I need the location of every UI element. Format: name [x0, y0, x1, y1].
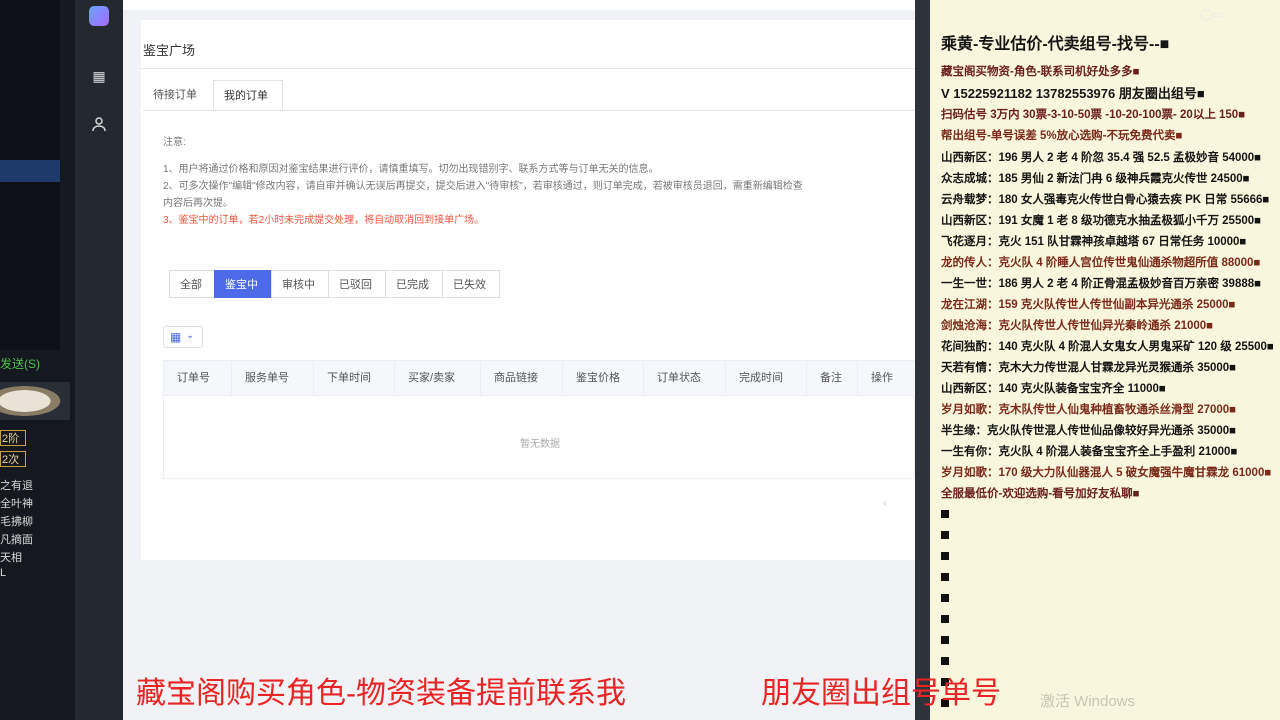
empty-state: 暂无数据 [520, 439, 560, 450]
list-item: 毛拂柳 [0, 516, 33, 528]
column-header: 备注 [807, 361, 858, 395]
background-app: 发送(S) 2阶 2次 之有退 全叶神 毛拂柳 凡摘面 天相 L [0, 0, 75, 720]
divider [141, 68, 915, 69]
notice-line-1: 1、用户将通过价格和原因对鉴宝结果进行评价，请慎重填写。切勿出现错别字、联系方式… [163, 164, 659, 175]
send-button[interactable]: 发送(S) [0, 355, 40, 372]
filter-appraising[interactable]: 鉴宝中 [214, 270, 272, 298]
tab-underline [143, 110, 915, 111]
chip-2: 2次 [0, 451, 26, 467]
placeholder-square [941, 573, 949, 581]
column-header: 下单时间 [314, 361, 395, 395]
column-header: 订单号 [164, 361, 232, 395]
main-panel: 鉴宝广场 待接订单 我的订单 注意: 1、用户将通过价格和原因对鉴宝结果进行评价… [141, 20, 915, 560]
placeholder-square [941, 594, 949, 602]
windows-activation-watermark: 激活 Windows [1040, 693, 1136, 710]
column-header: 服务单号 [232, 361, 314, 395]
chat-line: 天若有情：克木大力传世混人甘霖龙异光灵猴通杀 35000■ [941, 362, 1237, 374]
filter-completed[interactable]: 已完成 [385, 270, 443, 298]
chat-line: 飞花逐月：克火 151 队甘霖神孩卓越塔 67 日常任务 10000■ [941, 236, 1247, 248]
bottom-banner: 藏宝阁购买角色-物资装备提前联系我 朋友圈出组号单号 [136, 668, 1001, 712]
chat-line: 山西新区：191 女魔 1 老 8 级功德克水抽孟极狐小千万 25500■ [941, 215, 1262, 227]
list-item: 全叶神 [0, 498, 33, 510]
top-bar [123, 0, 915, 10]
window-divider [915, 0, 930, 720]
chat-line: 全服最低价-欢迎选购-看号加好友私聊■ [941, 488, 1140, 500]
notice-line-2: 2、可多次操作"编辑"修改内容，请自审并确认无误后再提交，提交后进入"待审核"，… [163, 181, 803, 192]
network-status-icon: ◯▭ [1200, 9, 1223, 21]
placeholder-square [941, 636, 949, 644]
thumbnail-image [0, 382, 70, 420]
filter-rejected[interactable]: 已驳回 [328, 270, 386, 298]
grid-icon: ▦ [170, 330, 182, 344]
chevron-down-icon: ⌄ [186, 330, 195, 341]
notice-heading: 注意: [163, 137, 186, 148]
list-item: 天相 [0, 552, 22, 564]
filter-reviewing[interactable]: 审核中 [271, 270, 329, 298]
column-header: 商品链接 [481, 361, 563, 395]
chip-1: 2阶 [0, 430, 26, 446]
side-nav: ▦ [75, 0, 123, 720]
notice-box: 注意: 1、用户将通过价格和原因对鉴宝结果进行评价，请慎重填写。切勿出现错别字、… [163, 134, 915, 229]
page-title: 鉴宝广场 [143, 43, 196, 58]
column-header: 鉴宝价格 [563, 361, 644, 395]
chat-line: 扫码估号 3万内 30票-3-10-50票 -10-20-100票- 20以上 … [941, 109, 1246, 121]
browser-window: ▦ 鉴宝广场 待接订单 我的订单 注意: 1、用户将通过价格和原因对鉴宝结果进行… [75, 0, 915, 720]
placeholder-square [941, 510, 949, 518]
pagination-prev-icon[interactable]: ‹ [883, 496, 887, 510]
table-header: 订单号 服务单号 下单时间 买家/卖家 商品链接 鉴宝价格 订单状态 完成时间 … [164, 361, 915, 396]
notice-line-3: 3、鉴宝中的订单，若2小时未完成提交处理，将自动取消回到接单广场。 [163, 215, 485, 226]
chat-line: 岁月如歌：克木队传世人仙鬼种植畜牧通杀丝滑型 27000■ [941, 404, 1237, 416]
placeholder-square [941, 615, 949, 623]
chat-line: 云舟载梦：180 女人强毒克火传世白骨心猿去疾 PK 日常 55666■ [941, 194, 1270, 206]
tab-pending-orders[interactable]: 待接订单 [143, 80, 213, 110]
column-toggle-button[interactable]: ▦ ⌄ [163, 326, 203, 348]
chat-line: 山西新区：196 男人 2 老 4 阶忽 35.4 强 52.5 孟极妙音 54… [941, 152, 1262, 164]
user-icon[interactable] [91, 116, 107, 132]
chat-line: 山西新区：140 克火队装备宝宝齐全 11000■ [941, 383, 1166, 395]
building-icon[interactable]: ▦ [91, 68, 107, 84]
banner-left-text: 藏宝阁购买角色-物资装备提前联系我 [136, 677, 626, 710]
filter-all[interactable]: 全部 [169, 270, 215, 298]
app-logo-icon[interactable] [89, 6, 109, 26]
column-header: 操作 [871, 372, 893, 384]
notice-line-2b: 内容后再次提。 [163, 198, 233, 209]
list-item: 凡摘面 [0, 534, 33, 546]
chat-line: 一生有你：克火队 4 阶混人装备宝宝齐全上手盈利 21000■ [941, 446, 1238, 458]
column-header: 买家/卖家 [395, 361, 481, 395]
chat-line: 龙在江湖：159 克火队传世人传世仙副本异光通杀 25000■ [941, 299, 1236, 311]
orders-table: 订单号 服务单号 下单时间 买家/卖家 商品链接 鉴宝价格 订单状态 完成时间 … [163, 360, 915, 479]
chat-panel: 乘黄-专业估价-代卖组号-找号--■ 藏宝阁买物资-角色-联系司机好处多多■ V… [930, 0, 1280, 720]
list-item: L [0, 567, 7, 579]
banner-right-text: 朋友圈出组号单号 [761, 677, 1001, 710]
column-header: 订单状态 [644, 361, 726, 395]
filter-expired[interactable]: 已失效 [442, 270, 500, 298]
chat-line: 众志成城：185 男仙 2 新法门冉 6 级神兵霞克火传世 24500■ [941, 173, 1250, 185]
tab-my-orders[interactable]: 我的订单 [213, 80, 283, 110]
chat-line: 乘黄-专业估价-代卖组号-找号--■ [941, 36, 1170, 53]
chat-line: 龙的传人：克火队 4 阶睡人宫位传世鬼仙通杀物超所值 88000■ [941, 257, 1261, 269]
chat-line: 花间独酌：140 克火队 4 阶混人女鬼女人男鬼采矿 120 级 25500■ [941, 341, 1274, 353]
chat-line: 半生缘：克火队传世混人传世仙品像较好异光通杀 35000■ [941, 425, 1237, 437]
selected-row [0, 160, 60, 182]
chat-line: 剑烛沧海：克火队传世人传世仙异光秦岭通杀 21000■ [941, 320, 1214, 332]
column-header: 完成时间 [726, 361, 807, 395]
chat-line: 藏宝阁买物资-角色-联系司机好处多多■ [941, 66, 1140, 78]
chat-line: 岁月如歌：170 级大力队仙器混人 5 破女魔强牛魔甘霖龙 61000■ [941, 467, 1272, 479]
chat-line: 一生一世：186 男人 2 老 4 阶正骨混孟极妙音百万亲密 39888■ [941, 278, 1262, 290]
placeholder-square [941, 657, 949, 665]
chat-line: V 15225921182 13782553976 朋友圈出组号■ [941, 86, 1205, 101]
placeholder-square [941, 531, 949, 539]
list-item: 之有退 [0, 480, 33, 492]
chat-line: 帮出组号-单号误差 5%放心选购-不玩免费代卖■ [941, 130, 1183, 142]
placeholder-square [941, 552, 949, 560]
